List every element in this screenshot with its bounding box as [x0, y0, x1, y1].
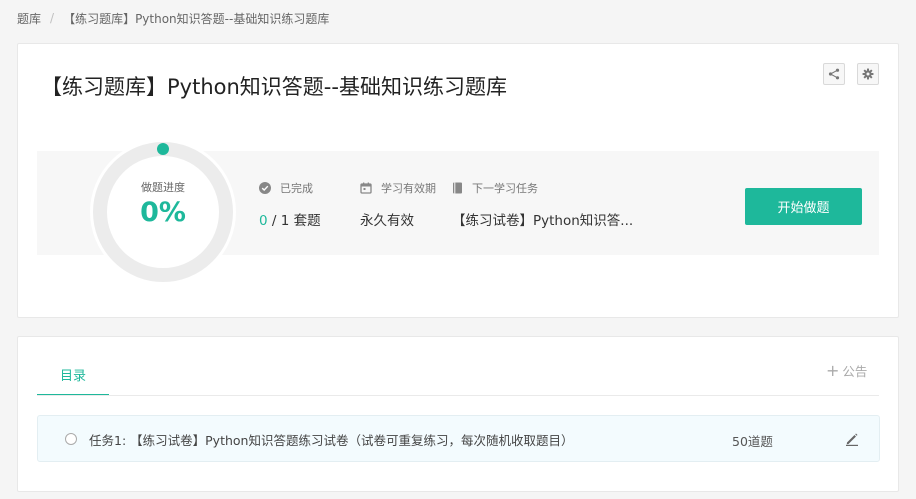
task-title: 任务1: 【练习试卷】Python知识答题练习试卷（试卷可重复练习，每次随机收取…	[89, 433, 574, 448]
breadcrumb: 题库 / 【练习题库】Python知识答题--基础知识练习题库	[17, 9, 329, 27]
breadcrumb-current: 【练习题库】Python知识答题--基础知识练习题库	[63, 11, 330, 26]
validity-value: 永久有效	[360, 213, 414, 229]
task-status-radio[interactable]	[65, 433, 77, 445]
task-question-count: 50道题	[732, 434, 773, 449]
gear-icon	[862, 68, 874, 80]
start-practice-button[interactable]: 开始做题	[745, 188, 862, 225]
question-bank-overview-card: 【练习题库】Python知识答题--基础知识练习题库 做题进度 0% 已完成 0…	[17, 43, 899, 318]
next-task-label: 下一学习任务	[472, 182, 538, 195]
check-circle-icon	[259, 182, 271, 194]
calendar-icon	[360, 182, 372, 194]
task-row[interactable]: 任务1: 【练习试卷】Python知识答题练习试卷（试卷可重复练习，每次随机收取…	[37, 415, 880, 462]
tab-divider	[37, 395, 879, 396]
share-button[interactable]	[823, 63, 845, 85]
notice-label: 公告	[842, 364, 868, 379]
completed-stat: 已完成 0 / 1 套题	[259, 181, 321, 229]
progress-ring: 做题进度 0%	[88, 137, 238, 287]
validity-stat: 学习有效期 永久有效	[360, 181, 436, 229]
book-icon	[453, 182, 462, 194]
progress-knob	[157, 143, 169, 155]
settings-button[interactable]	[857, 63, 879, 85]
completed-total: / 1 套题	[267, 213, 321, 229]
progress-label: 做题进度	[141, 181, 185, 194]
completed-label: 已完成	[280, 182, 313, 195]
page-title: 【练习题库】Python知识答题--基础知识练习题库	[41, 75, 507, 99]
plus-icon: +	[826, 360, 840, 380]
pencil-icon	[846, 433, 858, 446]
completed-count: 0	[259, 213, 268, 229]
progress-value: 0%	[140, 197, 186, 228]
tab-catalog[interactable]: 目录	[37, 354, 109, 396]
next-task-value[interactable]: 【练习试卷】Python知识答...	[452, 209, 633, 229]
validity-label: 学习有效期	[381, 182, 436, 195]
add-notice-button[interactable]: + 公告	[826, 361, 867, 380]
share-icon	[828, 68, 840, 80]
breadcrumb-separator: /	[50, 11, 55, 25]
catalog-card: 目录 + 公告 任务1: 【练习试卷】Python知识答题练习试卷（试卷可重复练…	[17, 336, 899, 492]
next-task-stat: 下一学习任务 【练习试卷】Python知识答...	[452, 181, 633, 229]
breadcrumb-root-link[interactable]: 题库	[17, 10, 41, 27]
edit-task-button[interactable]	[844, 431, 860, 447]
